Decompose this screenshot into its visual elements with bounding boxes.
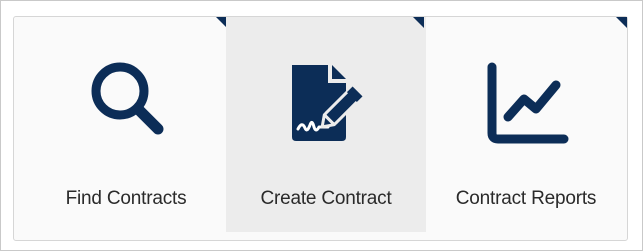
contract-reports-label: Contract Reports xyxy=(455,188,597,209)
signed-document-pen-icon xyxy=(292,65,363,141)
dropdown-corner-indicator[interactable] xyxy=(616,17,627,28)
line-chart-icon xyxy=(487,62,569,144)
magnifier-search-icon xyxy=(91,62,164,135)
find-contracts-label: Find Contracts xyxy=(65,188,187,209)
create-contract-label: Create Contract xyxy=(260,188,392,209)
contract-reports-tile[interactable]: Contract Reports xyxy=(426,17,627,232)
dropdown-corner-indicator[interactable] xyxy=(413,17,424,28)
create-contract-tile[interactable]: Create Contract xyxy=(226,17,426,232)
find-contracts-tile[interactable]: Find Contracts xyxy=(26,17,227,232)
